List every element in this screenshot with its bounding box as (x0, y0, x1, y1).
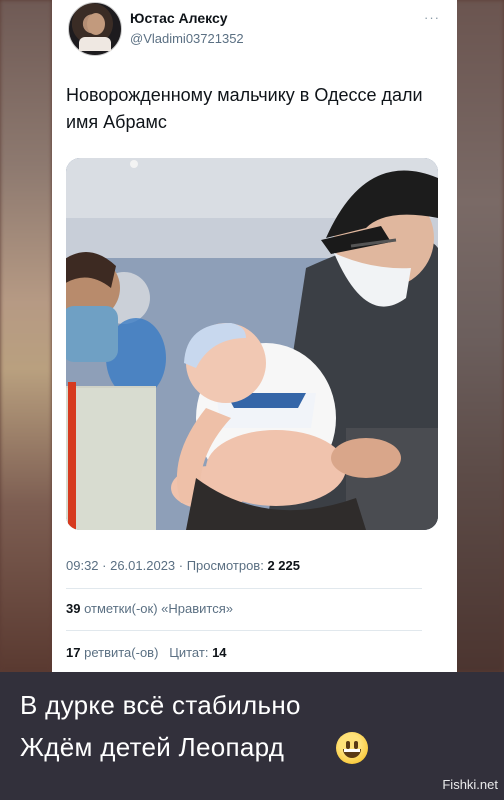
quotes-label: Цитат: (169, 645, 209, 660)
timestamp-text: 09:32 · 26.01.2023 · Просмотров: (66, 558, 264, 573)
author-name[interactable]: Юстас Алексу (130, 10, 228, 26)
tweet-header: Юстас Алексу @Vladimi03721352 ··· (66, 0, 446, 60)
likes-label: отметки(-ок) «Нравится» (84, 601, 233, 616)
tweet-photo[interactable] (66, 158, 438, 530)
emoji-left-eye (346, 741, 350, 749)
grinning-face-emoji (336, 732, 368, 764)
avatar-collar (79, 37, 111, 51)
divider (66, 630, 422, 631)
retweets-label: ретвита(-ов) (84, 645, 159, 660)
emoji-right-eye (354, 741, 358, 749)
likes-count: 39 (66, 601, 81, 616)
emoji-teeth (344, 749, 360, 752)
likes-row[interactable]: 39 отметки(-ок) «Нравится» (66, 601, 233, 616)
blurred-background-left (0, 0, 52, 672)
retweets-row[interactable]: 17 ретвита(-ов) Цитат: 14 (66, 645, 227, 660)
author-avatar[interactable] (68, 2, 122, 56)
views-count: 2 225 (267, 558, 300, 573)
caption-line-1: В дурке всё стабильно (20, 690, 301, 720)
photo-illustration (66, 158, 438, 530)
tweet-text: Новорожденному мальчику в Одессе дали им… (66, 85, 423, 132)
divider (66, 588, 422, 589)
more-dots-icon[interactable]: ··· (424, 10, 440, 25)
tweet-timestamp: 09:32 · 26.01.2023 · Просмотров: 2 225 (66, 558, 300, 573)
retweets-count: 17 (66, 645, 81, 660)
tweet-card: Юстас Алексу @Vladimi03721352 ··· Новоро… (52, 0, 457, 672)
author-handle[interactable]: @Vladimi03721352 (130, 31, 244, 46)
blurred-background-right (452, 0, 504, 672)
quotes-count: 14 (212, 645, 227, 660)
watermark: Fishki.net (442, 777, 498, 792)
caption-line-2: Ждём детей Леопард (20, 732, 285, 762)
avatar-face (87, 13, 105, 35)
